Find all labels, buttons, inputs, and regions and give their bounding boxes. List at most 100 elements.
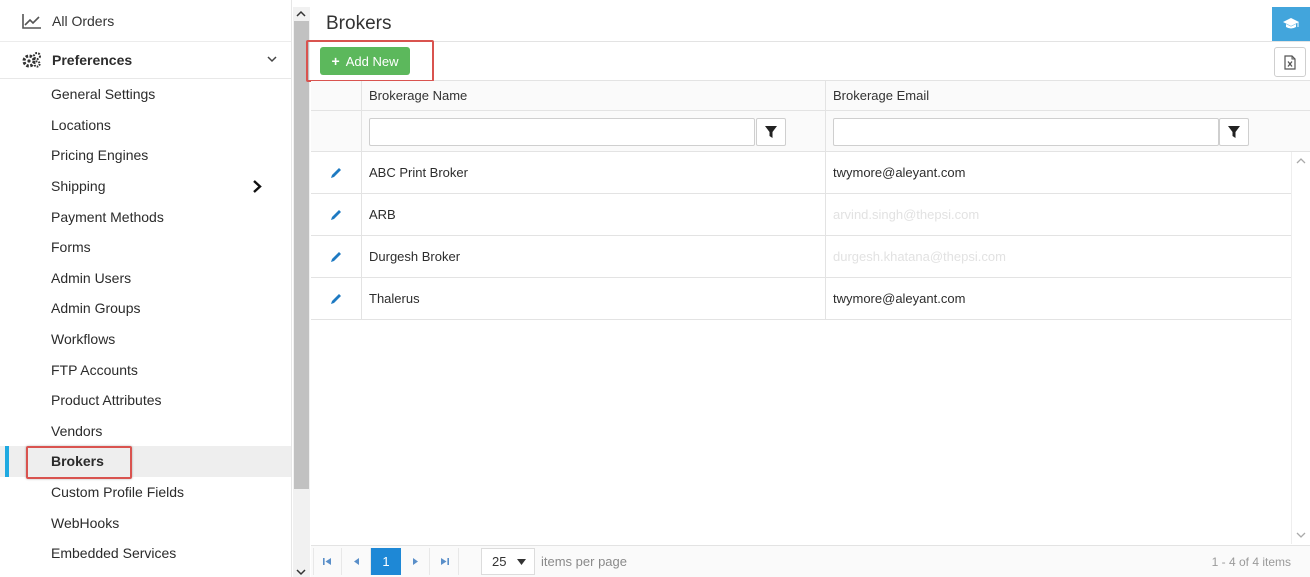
export-excel-button[interactable] [1274,47,1306,77]
table-row: Thalerus twymore@aleyant.com [311,278,1310,320]
scroll-up-icon[interactable] [296,9,306,19]
pencil-icon [331,251,341,262]
filter-icon [1228,126,1240,138]
sidebar-item-label: Admin Groups [51,300,141,317]
sidebar-item-locations[interactable]: Locations [0,110,291,141]
pencil-icon [331,167,341,178]
sidebar-item-label: Forms [51,239,91,256]
table-row: ARB arvind.singh@thepsi.com [311,194,1310,236]
sidebar-item-payment-methods[interactable]: Payment Methods [0,201,291,232]
filter-icon [765,126,777,138]
previous-page-button[interactable] [342,548,371,575]
sidebar-item-label: All Orders [52,12,115,29]
sidebar-item-label: WebHooks [51,514,120,531]
gears-icon [22,51,42,69]
cell-brokerage-email: durgesh.khatana@thepsi.com [833,249,1006,264]
highlight-box-brokers [26,446,132,479]
sidebar-scrollbar-thumb[interactable] [294,21,309,489]
brokers-grid: Brokerage Name Brokerage Email ABC Print… [311,81,1310,320]
sidebar-item-pricing-engines[interactable]: Pricing Engines [0,140,291,171]
main-content: Brokers + Add New Brokerage Name Brokera… [306,7,1310,577]
sidebar-item-embedded-services[interactable]: Embedded Services [0,538,291,569]
page-size-value: 25 [492,554,507,569]
sidebar-item-shipping[interactable]: Shipping [0,171,291,202]
items-per-page-label: items per page [541,554,627,569]
pencil-icon [331,209,341,220]
sidebar-section-preferences[interactable]: Preferences [0,42,291,79]
chevron-right-icon [253,179,262,193]
brokerage-email-filter-input[interactable] [833,118,1219,146]
sidebar-item-admin-users[interactable]: Admin Users [0,263,291,294]
scroll-down-icon[interactable] [1296,530,1306,540]
sidebar-item-label: General Settings [51,86,156,103]
sidebar-item-label: Custom Profile Fields [51,484,185,501]
sidebar-item-vendors[interactable]: Vendors [0,416,291,447]
excel-file-icon [1284,54,1296,70]
pencil-icon [331,293,341,304]
page-title: Brokers [326,13,392,34]
next-page-button[interactable] [401,548,430,575]
sidebar-item-label: Workflows [51,331,116,348]
sidebar-item-label: Pricing Engines [51,147,149,164]
grid-pager: 1 25 items per page 1 - 4 of 4 items [311,545,1310,577]
next-page-icon [412,558,418,565]
last-page-icon [440,558,449,565]
cell-brokerage-email: twymore@aleyant.com [833,291,966,306]
sidebar-item-label: Locations [51,116,111,133]
grid-toolbar: + Add New [306,40,1310,82]
scroll-up-icon[interactable] [1296,156,1306,166]
edit-button[interactable] [311,278,362,319]
sidebar-item-product-attributes[interactable]: Product Attributes [0,385,291,416]
grid-scrollbar[interactable] [1291,152,1310,544]
brokerage-name-filter-button[interactable] [756,118,786,146]
table-row: ABC Print Broker twymore@aleyant.com [311,152,1310,194]
cell-brokerage-name: Thalerus [362,278,826,319]
cell-brokerage-name: ARB [362,194,826,235]
first-page-button[interactable] [313,548,342,575]
filter-spacer [311,111,362,151]
grid-header-actions [311,81,362,110]
sidebar-item-label: Product Attributes [51,392,162,409]
brokerage-email-filter-button[interactable] [1219,118,1249,146]
sidebar-item-all-orders[interactable]: All Orders [0,0,291,42]
sidebar-item-label: Admin Users [51,269,132,286]
table-row: Durgesh Broker durgesh.khatana@thepsi.co… [311,236,1310,278]
previous-page-icon [353,558,359,565]
chevron-down-icon[interactable] [267,54,277,64]
column-header-brokerage-email[interactable]: Brokerage Email [826,81,1310,110]
first-page-icon [323,558,331,565]
page-size-select[interactable]: 25 [481,548,535,575]
scroll-down-icon[interactable] [296,567,306,577]
sidebar-item-label: Vendors [51,422,103,439]
column-header-brokerage-name[interactable]: Brokerage Name [362,81,826,110]
sidebar-item-workflows[interactable]: Workflows [0,324,291,355]
cell-brokerage-name: Durgesh Broker [362,236,826,277]
brokerage-name-filter-input[interactable] [369,118,755,146]
grid-filter-row [311,111,1310,152]
sidebar-scrollbar[interactable] [293,7,310,577]
last-page-button[interactable] [430,548,459,575]
grid-header-row: Brokerage Name Brokerage Email [311,81,1310,111]
cell-brokerage-email: twymore@aleyant.com [833,165,966,180]
filter-cell-email [826,111,1310,151]
sidebar-item-forms[interactable]: Forms [0,232,291,263]
sidebar-item-ftp-accounts[interactable]: FTP Accounts [0,354,291,385]
edit-button[interactable] [311,236,362,277]
sidebar-item-webhooks[interactable]: WebHooks [0,507,291,538]
sidebar-item-custom-profile-fields[interactable]: Custom Profile Fields [0,477,291,508]
filter-cell-name [362,111,826,151]
grid-body: ABC Print Broker twymore@aleyant.com ARB… [311,152,1310,320]
edit-button[interactable] [311,152,362,193]
sidebar: All Orders Preferences General Settings … [0,0,292,577]
page-number-current[interactable]: 1 [371,548,401,575]
sidebar-item-admin-groups[interactable]: Admin Groups [0,293,291,324]
edit-button[interactable] [311,194,362,235]
graduation-cap-button[interactable] [1272,7,1310,41]
pager-info: 1 - 4 of 4 items [1211,555,1291,569]
line-chart-icon [22,12,42,30]
sidebar-item-label: Payment Methods [51,208,164,225]
cell-brokerage-email: arvind.singh@thepsi.com [833,207,980,222]
sidebar-item-label: Embedded Services [51,545,177,562]
sidebar-item-general-settings[interactable]: General Settings [0,79,291,110]
sidebar-submenu: General Settings Locations Pricing Engin… [0,79,291,569]
